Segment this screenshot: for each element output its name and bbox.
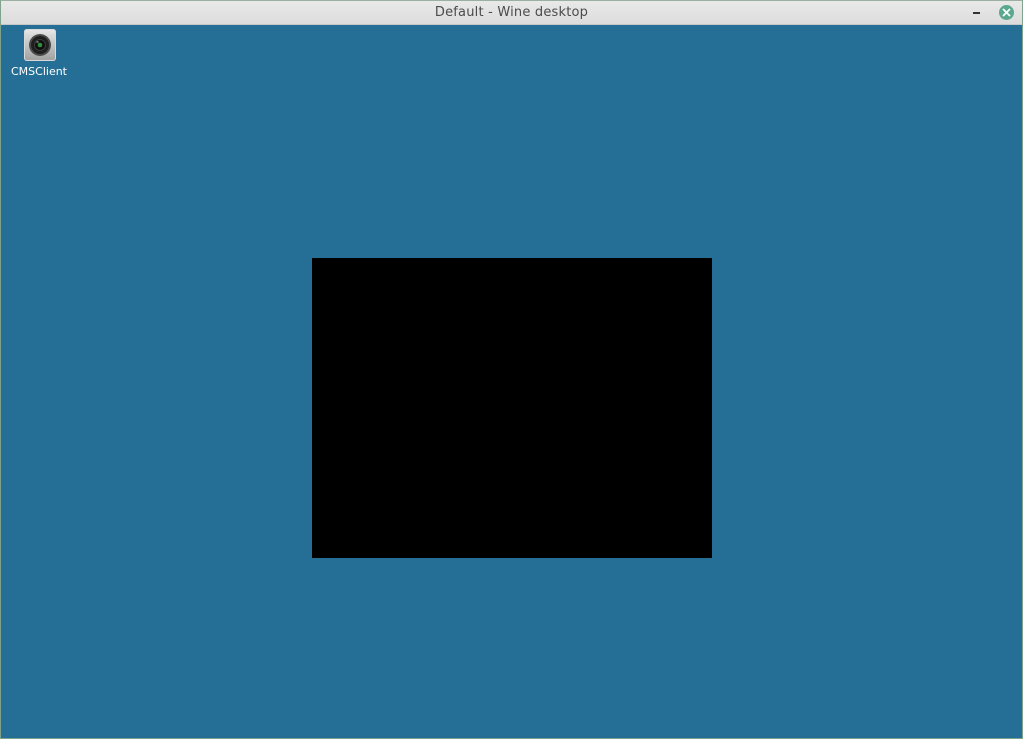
close-button[interactable]: [999, 5, 1014, 20]
camera-lens-icon: [24, 29, 56, 61]
desktop-icon-label: CMSClient: [11, 65, 67, 78]
window-titlebar[interactable]: Default - Wine desktop: [1, 1, 1022, 25]
minimize-button[interactable]: [967, 5, 985, 21]
close-icon: [1002, 8, 1011, 17]
black-application-window[interactable]: [312, 258, 712, 558]
desktop-icon-cmsclient[interactable]: CMSClient: [9, 29, 69, 81]
minimize-icon: [973, 12, 980, 14]
desktop-area[interactable]: CMSClient: [1, 25, 1022, 738]
window-title: Default - Wine desktop: [434, 5, 589, 20]
wine-desktop-window: Default - Wine desktop CMSClient: [0, 0, 1023, 739]
